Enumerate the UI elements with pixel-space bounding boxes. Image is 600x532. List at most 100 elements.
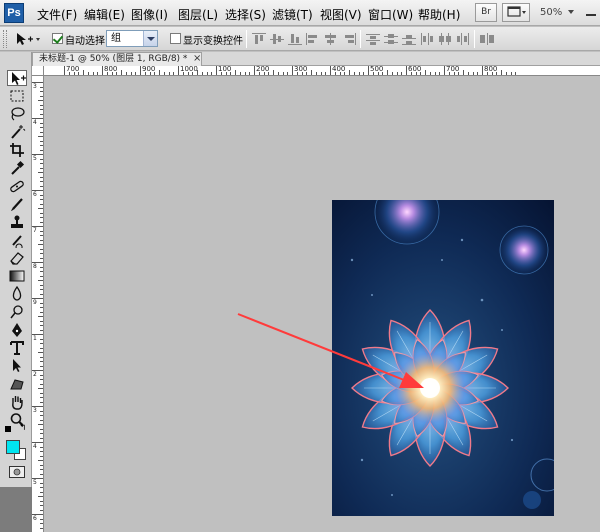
menu-window[interactable]: 窗口(W)	[368, 6, 413, 23]
ruler-minor-tick	[78, 72, 80, 75]
ruler-minor-tick	[130, 72, 132, 75]
menu-image[interactable]: 图像(I)	[131, 6, 168, 23]
options-grip[interactable]	[3, 30, 7, 48]
align-vcenter-icon[interactable]	[270, 33, 284, 45]
bridge-button[interactable]: Br	[475, 3, 497, 22]
ruler-minor-tick	[38, 496, 43, 497]
distribute-right-icon[interactable]	[456, 33, 470, 45]
menu-help[interactable]: 帮助(H)	[418, 6, 460, 23]
eyedropper-icon	[11, 160, 25, 175]
align-left-icon[interactable]	[306, 33, 320, 45]
distribute-hcenter-icon[interactable]	[438, 33, 452, 45]
document-canvas-image[interactable]	[332, 200, 554, 516]
minimize-icon[interactable]	[585, 4, 597, 18]
lasso-tool[interactable]	[7, 106, 27, 122]
ruler-label: 3	[33, 83, 37, 90]
ruler-minor-tick	[38, 172, 43, 173]
ruler-minor-tick	[268, 72, 270, 75]
dropdown-arrow-icon[interactable]	[143, 31, 157, 46]
shape-tool[interactable]	[7, 376, 27, 392]
menu-edit[interactable]: 编辑(E)	[84, 6, 125, 23]
move-tool[interactable]	[7, 70, 27, 86]
auto-select-checkbox[interactable]	[52, 33, 63, 44]
clone-stamp-tool[interactable]	[7, 214, 27, 230]
ruler-minor-tick	[192, 72, 194, 75]
align-top-icon[interactable]	[252, 33, 266, 45]
ruler-major-tick	[64, 66, 65, 75]
healing-brush-tool[interactable]	[7, 178, 27, 194]
ruler-minor-tick	[106, 72, 108, 75]
ruler-minor-tick	[92, 72, 94, 75]
ruler-minor-tick	[40, 95, 43, 97]
show-transform-checkbox[interactable]	[170, 33, 181, 44]
eraser-tool[interactable]	[7, 250, 27, 266]
tool-preset-picker[interactable]	[14, 31, 42, 47]
auto-align-layers-icon[interactable]	[480, 33, 494, 45]
ruler-minor-tick	[73, 72, 75, 75]
zoom-dropdown-icon[interactable]	[568, 10, 574, 14]
foreground-color-swatch[interactable]	[6, 440, 20, 454]
ruler-minor-tick	[40, 451, 43, 452]
ruler-minor-tick	[40, 248, 43, 250]
ruler-minor-tick	[410, 72, 412, 75]
ruler-minor-tick	[377, 72, 379, 75]
type-tool[interactable]	[7, 340, 27, 356]
brush-tool[interactable]	[7, 196, 27, 212]
dodge-tool[interactable]	[7, 304, 27, 320]
ruler-minor-tick	[40, 455, 43, 457]
ruler-minor-tick	[491, 72, 493, 75]
gradient-tool[interactable]	[7, 268, 27, 284]
crop-tool[interactable]	[7, 142, 27, 158]
magic-wand-tool[interactable]	[7, 124, 27, 140]
menu-filter[interactable]: 滤镜(T)	[272, 6, 313, 23]
photoshop-window: Ps 文件(F) 编辑(E) 图像(I) 图层(L) 选择(S) 滤镜(T) 视…	[0, 0, 600, 532]
brush-icon	[11, 198, 23, 211]
align-hcenter-icon[interactable]	[324, 33, 338, 45]
hand-tool[interactable]	[7, 394, 27, 410]
shape-icon	[10, 379, 24, 390]
ruler-minor-tick	[320, 72, 322, 75]
blur-tool[interactable]	[7, 285, 27, 302]
ruler-minor-tick	[40, 104, 43, 106]
document-tab[interactable]: 未标题-1 @ 50% (图层 1, RGB/8) *	[32, 52, 202, 66]
eyedropper-tool[interactable]	[7, 160, 27, 176]
quick-mask-button[interactable]	[9, 466, 25, 478]
distribute-bottom-icon[interactable]	[402, 33, 416, 45]
ruler-minor-tick	[363, 72, 365, 75]
menu-file[interactable]: 文件(F)	[37, 6, 77, 23]
ruler-minor-tick	[277, 72, 279, 75]
align-right-icon[interactable]	[342, 33, 356, 45]
ruler-minor-tick	[40, 235, 43, 236]
ruler-minor-tick	[339, 72, 341, 75]
menu-select[interactable]: 选择(S)	[225, 6, 266, 23]
photoshop-logo: Ps	[4, 3, 24, 23]
ruler-minor-tick	[40, 437, 43, 439]
ruler-minor-tick	[40, 307, 43, 308]
ruler-minor-tick	[40, 446, 43, 448]
distribute-top-icon[interactable]	[366, 33, 380, 45]
ruler-label: 3	[33, 407, 37, 414]
close-document-icon[interactable]: ×	[193, 52, 201, 65]
distribute-vcenter-icon[interactable]	[384, 33, 398, 45]
align-bottom-icon[interactable]	[288, 33, 302, 45]
ruler-minor-tick	[40, 176, 43, 178]
marquee-tool[interactable]	[7, 88, 27, 104]
ruler-origin[interactable]	[32, 66, 44, 76]
horizontal-ruler[interactable]: 700 800 900 1000 100 200 300 400 500 600 700 800	[44, 66, 600, 76]
menu-view[interactable]: 视图(V)	[320, 6, 362, 23]
zoom-level[interactable]: 50%	[540, 7, 562, 18]
vertical-ruler[interactable]: 3 4 5 6 7 8 9 1 2 3 4 5 6	[32, 76, 44, 532]
distribute-left-icon[interactable]	[420, 33, 434, 45]
path-selection-tool[interactable]	[7, 358, 27, 374]
auto-select-dropdown[interactable]: 组	[106, 30, 158, 47]
screen-mode-button[interactable]	[502, 3, 530, 22]
ruler-minor-tick	[40, 527, 43, 529]
ruler-minor-tick	[40, 433, 43, 434]
history-brush-tool[interactable]	[7, 232, 27, 251]
default-colors-icon[interactable]	[5, 426, 11, 432]
ruler-minor-tick	[496, 72, 498, 75]
swap-colors-icon[interactable]: ↰	[19, 424, 27, 433]
menu-layer[interactable]: 图层(L)	[178, 6, 218, 23]
ruler-minor-tick	[38, 100, 43, 101]
pen-tool[interactable]	[7, 322, 27, 338]
